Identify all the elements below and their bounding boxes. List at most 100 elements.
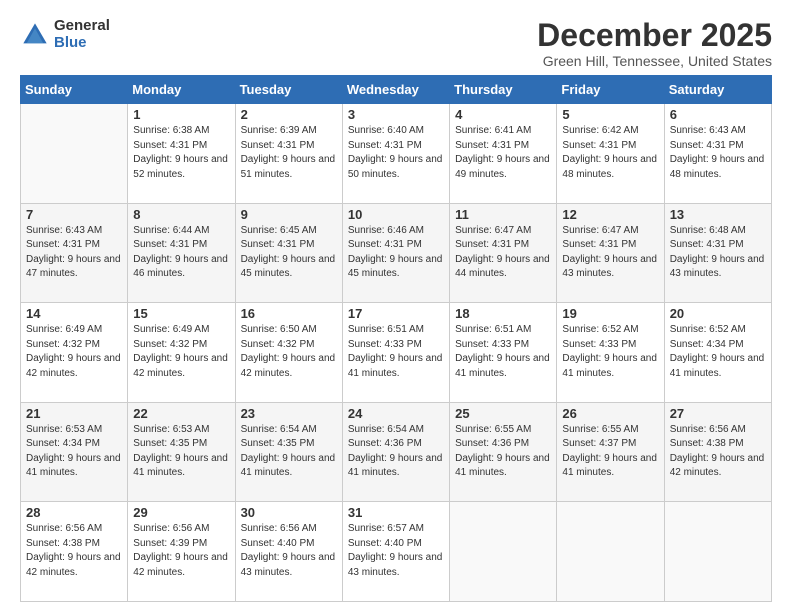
- daylight: Daylight: 9 hours and 41 minutes.: [348, 453, 443, 479]
- day-number: 28: [26, 505, 122, 520]
- daylight: Daylight: 9 hours and 48 minutes.: [562, 154, 657, 180]
- sunrise: Sunrise: 6:56 AM: [241, 523, 317, 534]
- sunrise: Sunrise: 6:55 AM: [455, 424, 531, 435]
- day-number: 14: [26, 306, 122, 321]
- daylight: Daylight: 9 hours and 41 minutes.: [241, 453, 336, 479]
- sunrise: Sunrise: 6:56 AM: [133, 523, 209, 534]
- calendar-week-row: 21Sunrise: 6:53 AMSunset: 4:34 PMDayligh…: [21, 402, 772, 502]
- calendar-cell: 5Sunrise: 6:42 AMSunset: 4:31 PMDaylight…: [557, 104, 664, 204]
- day-info: Sunrise: 6:41 AMSunset: 4:31 PMDaylight:…: [455, 124, 551, 182]
- calendar-cell: 26Sunrise: 6:55 AMSunset: 4:37 PMDayligh…: [557, 402, 664, 502]
- day-number: 3: [348, 107, 444, 122]
- sunset: Sunset: 4:40 PM: [348, 538, 422, 549]
- calendar-cell: [21, 104, 128, 204]
- sunrise: Sunrise: 6:45 AM: [241, 225, 317, 236]
- sunrise: Sunrise: 6:38 AM: [133, 125, 209, 136]
- sunset: Sunset: 4:36 PM: [348, 438, 422, 449]
- day-info: Sunrise: 6:57 AMSunset: 4:40 PMDaylight:…: [348, 522, 444, 580]
- day-number: 1: [133, 107, 229, 122]
- day-info: Sunrise: 6:56 AM Sunset: 4:40 PM Daylight:…: [241, 522, 337, 580]
- calendar-cell: 25Sunrise: 6:55 AMSunset: 4:36 PMDayligh…: [450, 402, 557, 502]
- day-info: Sunrise: 6:46 AMSunset: 4:31 PMDaylight:…: [348, 224, 444, 282]
- day-info: Sunrise: 6:53 AMSunset: 4:34 PMDaylight:…: [26, 423, 122, 481]
- calendar-cell: 28Sunrise: 6:56 AMSunset: 4:38 PMDayligh…: [21, 502, 128, 602]
- logo-text: General Blue: [54, 18, 110, 51]
- sunrise: Sunrise: 6:53 AM: [133, 424, 209, 435]
- day-info: Sunrise: 6:43 AMSunset: 4:31 PMDaylight:…: [670, 124, 766, 182]
- day-number: 21: [26, 406, 122, 421]
- calendar-cell: 6Sunrise: 6:43 AMSunset: 4:31 PMDaylight…: [664, 104, 771, 204]
- day-number: 2: [241, 107, 337, 122]
- sunset: Sunset: 4:31 PM: [348, 140, 422, 151]
- calendar-cell: 29Sunrise: 6:56 AMSunset: 4:39 PMDayligh…: [128, 502, 235, 602]
- day-info: Sunrise: 6:47 AMSunset: 4:31 PMDaylight:…: [562, 224, 658, 282]
- daylight: Daylight: 9 hours and 45 minutes.: [348, 254, 443, 280]
- day-number: 8: [133, 207, 229, 222]
- logo-general: General: [54, 18, 110, 35]
- sunrise: Sunrise: 6:50 AM: [241, 324, 317, 335]
- daylight: Daylight: 9 hours and 41 minutes.: [670, 353, 765, 379]
- sunrise: Sunrise: 6:46 AM: [348, 225, 424, 236]
- day-number: 29: [133, 505, 229, 520]
- day-info: Sunrise: 6:45 AMSunset: 4:31 PMDaylight:…: [241, 224, 337, 282]
- sunset: Sunset: 4:40 PM: [241, 538, 315, 549]
- sunrise: Sunrise: 6:56 AM: [26, 523, 102, 534]
- daylight: Daylight: 9 hours and 41 minutes.: [348, 353, 443, 379]
- calendar: SundayMondayTuesdayWednesdayThursdayFrid…: [20, 75, 772, 602]
- sunrise: Sunrise: 6:51 AM: [348, 324, 424, 335]
- calendar-cell: 27Sunrise: 6:56 AMSunset: 4:38 PMDayligh…: [664, 402, 771, 502]
- sunset: Sunset: 4:31 PM: [26, 239, 100, 250]
- sunset: Sunset: 4:31 PM: [133, 239, 207, 250]
- calendar-cell: [557, 502, 664, 602]
- day-info: Sunrise: 6:50 AMSunset: 4:32 PMDaylight:…: [241, 323, 337, 381]
- daylight: Daylight: 9 hours and 41 minutes.: [455, 353, 550, 379]
- sunset: Sunset: 4:31 PM: [241, 239, 315, 250]
- day-info: Sunrise: 6:43 AMSunset: 4:31 PMDaylight:…: [26, 224, 122, 282]
- day-number: 4: [455, 107, 551, 122]
- daylight: Daylight: 9 hours and 43 minutes.: [241, 552, 336, 578]
- calendar-cell: 21 Sunrise: 6:53 AMSunset: 4:34 PMDayligh…: [21, 402, 128, 502]
- day-info: Sunrise: 6:53 AMSunset: 4:35 PMDaylight:…: [133, 423, 229, 481]
- calendar-cell: 24 Sunrise: 6:54 AMSunset: 4:36 PMDayligh…: [342, 402, 449, 502]
- day-info: Sunrise: 6:51 AMSunset: 4:33 PMDaylight:…: [455, 323, 551, 381]
- sunrise: Sunrise: 6:48 AM: [670, 225, 746, 236]
- daylight: Daylight: 9 hours and 49 minutes.: [455, 154, 550, 180]
- sunset: Sunset: 4:39 PM: [133, 538, 207, 549]
- calendar-week-row: 7Sunrise: 6:43 AMSunset: 4:31 PMDaylight…: [21, 203, 772, 303]
- sunrise: Sunrise: 6:47 AM: [562, 225, 638, 236]
- day-info: Sunrise: 6:48 AMSunset: 4:31 PMDaylight:…: [670, 224, 766, 282]
- calendar-cell: [664, 502, 771, 602]
- day-number: 5: [562, 107, 658, 122]
- header: General Blue December 2025 Green Hill, T…: [20, 18, 772, 69]
- sunrise: Sunrise: 6:49 AM: [26, 324, 102, 335]
- sunrise: Sunrise: 6:54 AM: [241, 424, 317, 435]
- daylight: Daylight: 9 hours and 42 minutes.: [133, 353, 228, 379]
- day-info: Sunrise: 6:54 AMSunset: 4:36 PMDaylight:…: [348, 423, 444, 481]
- header-tuesday: Tuesday: [235, 76, 342, 104]
- calendar-week-row: 28Sunrise: 6:56 AMSunset: 4:38 PMDayligh…: [21, 502, 772, 602]
- day-number: 15: [133, 306, 229, 321]
- day-number: 27: [670, 406, 766, 421]
- daylight: Daylight: 9 hours and 47 minutes.: [26, 254, 121, 280]
- daylight: Daylight: 9 hours and 46 minutes.: [133, 254, 228, 280]
- sunset: Sunset: 4:33 PM: [348, 339, 422, 350]
- sunrise: Sunrise: 6:47 AM: [455, 225, 531, 236]
- sunset: Sunset: 4:31 PM: [670, 140, 744, 151]
- day-number: 31: [348, 505, 444, 520]
- calendar-header-row: SundayMondayTuesdayWednesdayThursdayFrid…: [21, 76, 772, 104]
- header-wednesday: Wednesday: [342, 76, 449, 104]
- logo-blue: Blue: [54, 35, 110, 52]
- sunrise: Sunrise: 6:41 AM: [455, 125, 531, 136]
- sunrise: Sunrise: 6:43 AM: [670, 125, 746, 136]
- sunset: Sunset: 4:34 PM: [26, 438, 100, 449]
- daylight: Daylight: 9 hours and 42 minutes.: [26, 552, 121, 578]
- daylight: Daylight: 9 hours and 51 minutes.: [241, 154, 336, 180]
- main-title: December 2025: [537, 18, 772, 53]
- sunset: Sunset: 4:33 PM: [455, 339, 529, 350]
- daylight: Daylight: 9 hours and 43 minutes.: [348, 552, 443, 578]
- calendar-week-row: 14Sunrise: 6:49 AMSunset: 4:32 PMDayligh…: [21, 303, 772, 403]
- calendar-cell: 17Sunrise: 6:51 AMSunset: 4:33 PMDayligh…: [342, 303, 449, 403]
- header-saturday: Saturday: [664, 76, 771, 104]
- sunrise: Sunrise: 6:39 AM: [241, 125, 317, 136]
- day-number: 24: [348, 406, 444, 421]
